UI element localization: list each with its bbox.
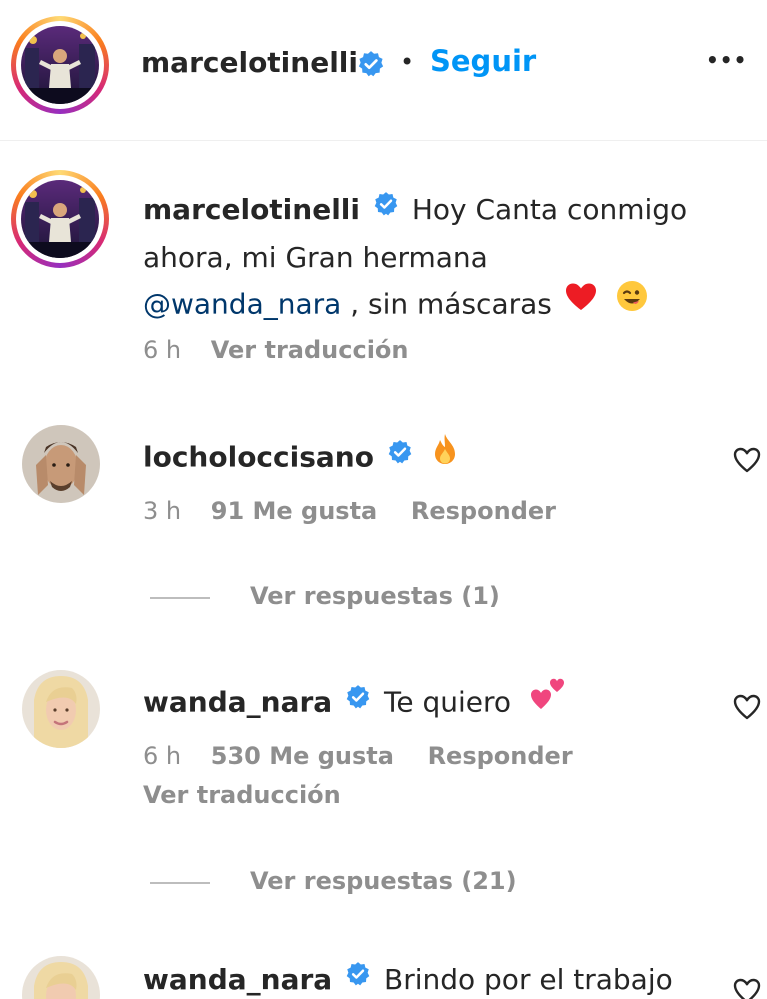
author-avatar[interactable] — [11, 16, 109, 114]
comment-time: 6 h — [143, 742, 182, 770]
fire-icon — [432, 433, 458, 476]
header-separator: • — [400, 48, 415, 76]
verified-badge-icon — [373, 186, 399, 230]
reply-button[interactable]: Responder — [411, 497, 556, 525]
comment-username[interactable]: wanda_nara — [143, 963, 332, 996]
like-heart-icon[interactable] — [733, 978, 761, 999]
view-replies-button[interactable]: Ver respuestas (21) — [250, 867, 517, 895]
replies-rule — [150, 882, 210, 884]
post-header: marcelotinelli • Seguir ••• — [0, 0, 767, 140]
header-divider — [0, 140, 767, 141]
caption-text-line2: ahora, mi Gran hermana — [143, 241, 488, 274]
caption-translate-link[interactable]: Ver traducción — [211, 336, 409, 364]
like-heart-icon[interactable] — [733, 447, 761, 477]
comment-likes[interactable]: 530 Me gusta — [211, 742, 394, 770]
red-heart-icon — [565, 281, 597, 325]
verified-badge-icon — [345, 681, 371, 721]
more-options-button[interactable]: ••• — [706, 48, 747, 72]
comment: locholoccisano 3 h 91 Me gusta Responder… — [0, 415, 767, 615]
verified-badge-icon — [345, 958, 371, 998]
comment: wanda_nara Te quiero 6 h 530 Me gusta Re… — [0, 660, 767, 900]
comment-text: Te quiero — [383, 685, 512, 719]
follow-button[interactable]: Seguir — [430, 44, 536, 78]
caption-text-line3: , sin máscaras — [341, 287, 552, 321]
comment-likes[interactable]: 91 Me gusta — [211, 497, 378, 525]
like-heart-icon[interactable] — [733, 694, 761, 724]
commenter-avatar[interactable] — [22, 670, 100, 748]
translate-link[interactable]: Ver traducción — [143, 781, 341, 809]
comment-time: 3 h — [143, 497, 182, 525]
caption-time: 6 h — [143, 336, 182, 364]
caption-avatar[interactable] — [11, 170, 109, 268]
reply-button[interactable]: Responder — [428, 742, 573, 770]
comment: wanda_nara Brindo por el trabajo — [0, 950, 767, 999]
comment-text: Brindo por el trabajo — [383, 963, 673, 996]
two-hearts-icon — [530, 675, 566, 722]
comment-username[interactable]: locholoccisano — [143, 441, 374, 474]
replies-rule — [150, 597, 210, 599]
winking-face-icon — [616, 280, 648, 325]
commenter-avatar[interactable] — [22, 956, 100, 999]
view-replies-button[interactable]: Ver respuestas (1) — [250, 582, 500, 610]
caption-username[interactable]: marcelotinelli — [143, 193, 360, 226]
verified-badge-icon — [387, 436, 413, 476]
caption-text-line1: Hoy Canta conmigo — [411, 193, 688, 226]
mention-link[interactable]: @wanda_nara — [143, 288, 341, 321]
caption: marcelotinelli Hoy Canta conmigo ahora, … — [0, 160, 767, 380]
comment-username[interactable]: wanda_nara — [143, 686, 332, 719]
verified-badge-icon — [357, 50, 385, 82]
header-username[interactable]: marcelotinelli — [141, 46, 358, 79]
commenter-avatar[interactable] — [22, 425, 100, 503]
